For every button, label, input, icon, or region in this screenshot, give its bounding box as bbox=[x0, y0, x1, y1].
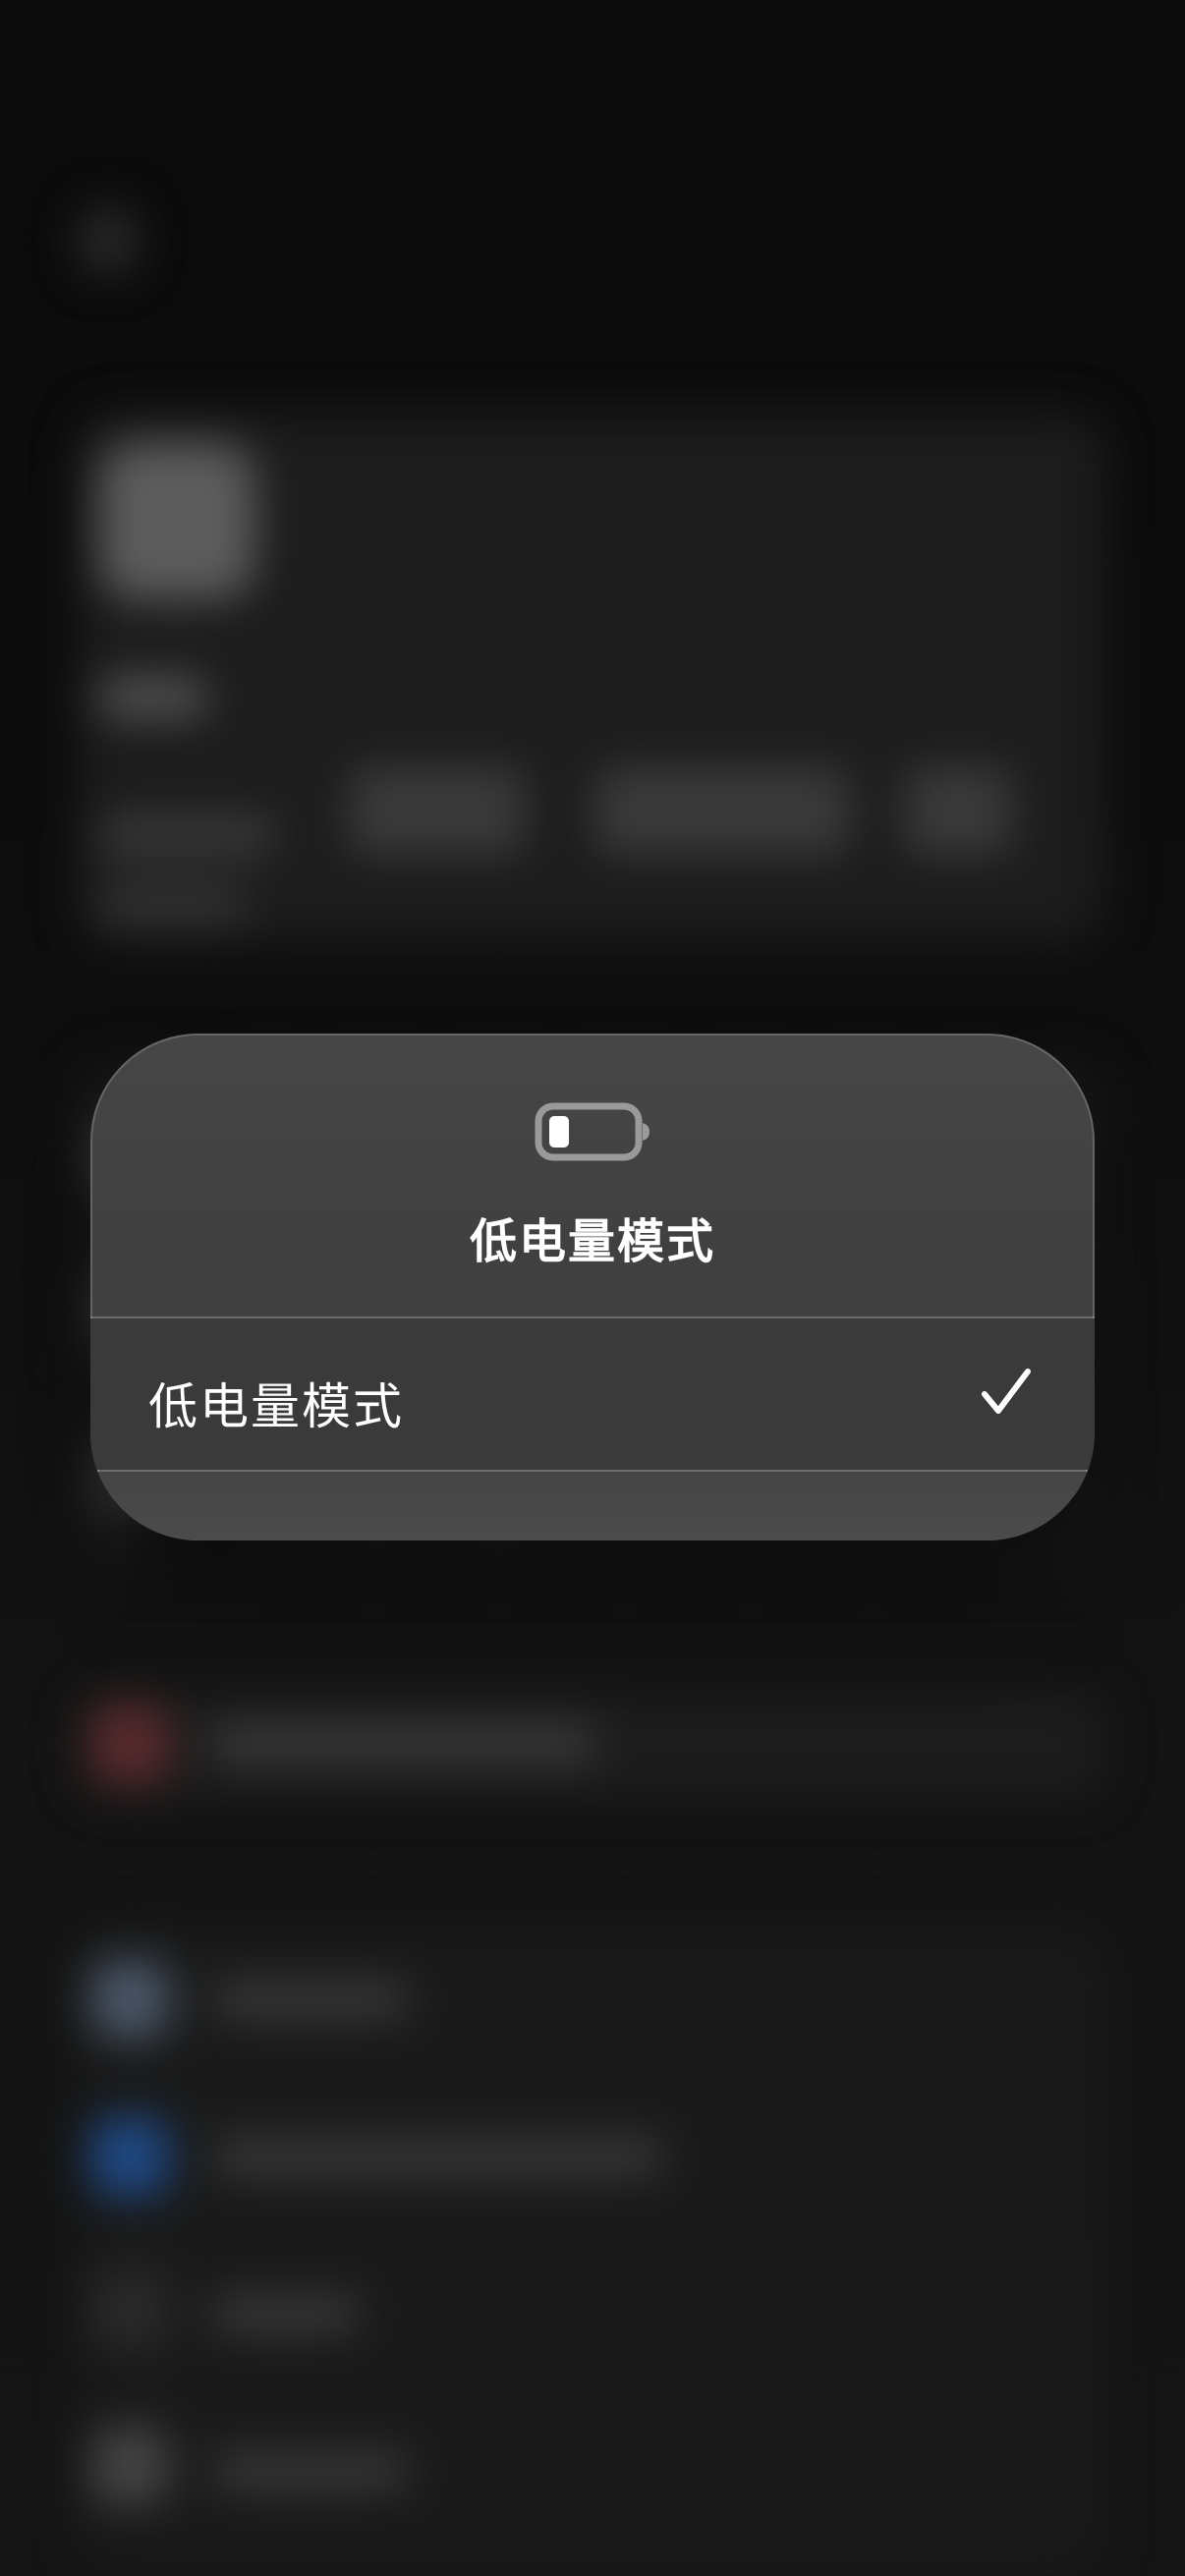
menu-option-low-power-mode[interactable]: 低电量模式 bbox=[90, 1318, 1095, 1470]
row-text-blurred bbox=[211, 2294, 359, 2333]
row-icon-blurred bbox=[90, 2269, 169, 2348]
menu-title: 低电量模式 bbox=[469, 1214, 715, 1269]
row-icon-blurred bbox=[90, 2427, 169, 2505]
app-title-blurred bbox=[98, 678, 206, 717]
info-pill-blurred bbox=[594, 766, 850, 855]
row-text-blurred bbox=[211, 1724, 594, 1764]
info-pill-blurred bbox=[98, 884, 246, 924]
info-pill-blurred bbox=[98, 815, 275, 855]
screen: 低电量模式 低电量模式 bbox=[0, 0, 1185, 2576]
row-icon-blurred bbox=[90, 2117, 169, 2196]
info-pill-blurred bbox=[349, 766, 526, 855]
back-button-blurred bbox=[79, 206, 138, 275]
row-text-blurred bbox=[211, 2137, 663, 2176]
menu-option-label: 低电量模式 bbox=[148, 1378, 404, 1435]
row-icon-blurred bbox=[90, 1705, 169, 1783]
row-icon-blurred bbox=[90, 1960, 169, 2039]
app-icon-blurred bbox=[98, 442, 255, 599]
menu-footer bbox=[90, 1472, 1095, 1540]
checkmark-icon bbox=[982, 1369, 1031, 1414]
menu-header: 低电量模式 bbox=[90, 1034, 1095, 1318]
battery-low-icon bbox=[535, 1102, 649, 1161]
row-text-blurred bbox=[211, 1980, 408, 2019]
row-text-blurred bbox=[211, 2451, 408, 2491]
info-pill-blurred bbox=[904, 766, 1012, 855]
low-power-mode-menu: 低电量模式 低电量模式 bbox=[90, 1034, 1095, 1540]
